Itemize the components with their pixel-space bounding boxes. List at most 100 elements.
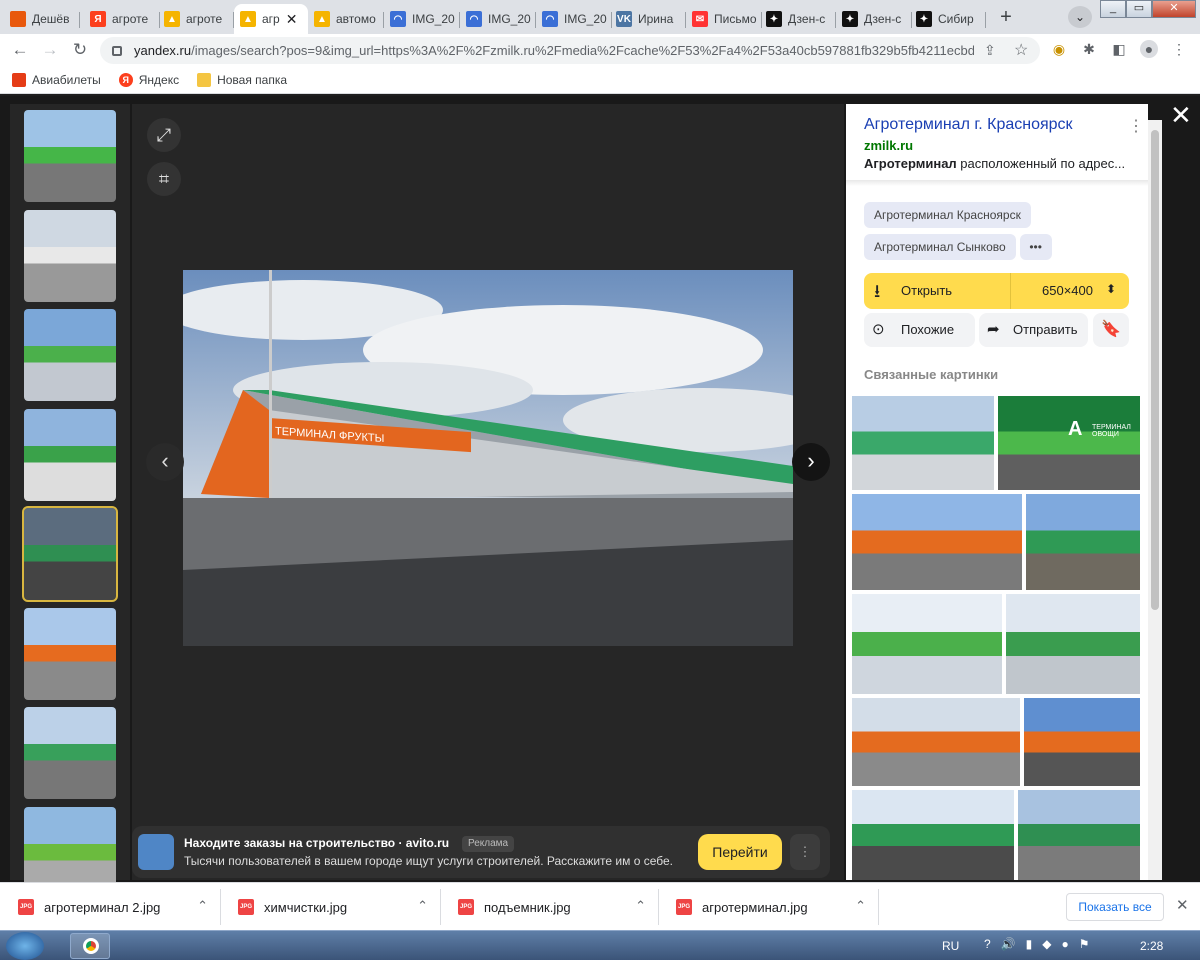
size-selector[interactable]: 650×400 [1042,283,1093,298]
thumbnail-image[interactable] [24,309,116,401]
previous-image-button[interactable]: ‹ [146,443,184,481]
browser-tab[interactable]: ✦ Дзен-с [836,4,912,34]
related-image[interactable] [1024,698,1140,786]
download-item[interactable]: JPG агротерминал.jpg ⌃ [658,883,878,931]
side-panel-icon[interactable]: ◧ [1110,40,1128,58]
thumbnail-image[interactable] [24,607,116,700]
bookmark-aviabilety[interactable]: Авиабилеты [12,72,101,87]
related-image[interactable] [1026,494,1140,590]
related-image[interactable] [852,698,1020,786]
tray-icons[interactable]: ?🔊▮◆●⚑ [984,937,1099,951]
browser-tab[interactable]: ✦ Сибир [910,4,986,34]
browser-tab[interactable]: VK Ирина [610,4,686,34]
size-chevron-icon[interactable]: ⬍ [1106,282,1116,296]
thumbnail-image[interactable] [24,110,116,202]
ad-banner[interactable]: Находите заказы на строительство · avito… [132,826,830,878]
extension-icon[interactable]: ◉ [1050,40,1068,58]
tag-chip[interactable]: Агротерминал Сынково [864,234,1016,260]
share-icon[interactable]: ⇪ [984,42,996,59]
related-image[interactable] [1006,594,1140,694]
reload-button[interactable]: ↻ [68,38,92,62]
scrollbar-thumb[interactable] [1151,130,1159,610]
jpg-file-icon: JPG [18,899,34,915]
menu-icon[interactable]: ⋮ [1170,40,1188,58]
main-photo[interactable]: ТЕРМИНАЛ ФРУКТЫ [183,270,793,646]
browser-tab[interactable]: ✉ Письмо [686,4,762,34]
related-image[interactable] [852,594,1002,694]
crop-icon[interactable]: ⌗ [147,162,181,196]
show-all-downloads-button[interactable]: Показать все [1066,893,1164,921]
chevron-up-icon[interactable]: ⌃ [197,898,208,914]
bookmark-new-folder[interactable]: Новая папка [197,72,287,87]
browser-tab[interactable]: ✦ Дзен-с [760,4,836,34]
address-bar[interactable]: yandex.ru/images/search?pos=9&img_url=ht… [100,37,1040,64]
close-downloads-icon[interactable]: ✕ [1176,896,1189,914]
bookmark-yandex[interactable]: Я Яндекс [118,72,179,87]
open-button[interactable]: Открыть [901,283,952,298]
language-indicator[interactable]: RU [942,939,959,953]
minimize-button[interactable]: _ [1100,0,1126,18]
similar-button[interactable]: ⊙ Похожие [864,313,975,347]
thumbnail-image[interactable] [24,408,116,501]
chevron-up-icon[interactable]: ⌃ [855,898,866,914]
ad-go-button[interactable]: Перейти [698,834,782,870]
close-tab-icon[interactable]: ✕ [286,11,298,28]
browser-tab[interactable]: ◠ IMG_20 [460,4,536,34]
source-link[interactable]: zmilk.ru [864,138,913,153]
tab-title: Дзен-с [864,12,902,26]
tab-title: Сибир [938,12,974,26]
browser-tab[interactable]: ◠ IMG_20 [536,4,612,34]
download-item[interactable]: JPG химчистки.jpg ⌃ [220,883,440,931]
browser-tab[interactable]: ◠ IMG_20 [384,4,460,34]
url-text: yandex.ru/images/search?pos=9&img_url=ht… [134,43,974,58]
bookmarks-bar: Авиабилеты Я Яндекс Новая папка [0,66,1200,94]
clock[interactable]: 2:28 [1140,939,1163,953]
browser-tab[interactable]: Яагроте [84,4,160,34]
chevron-up-icon[interactable]: ⌃ [635,898,646,914]
forward-button[interactable]: → [38,38,62,62]
tab-title: Дешёв [32,12,70,26]
chevron-up-icon[interactable]: ⌃ [417,898,428,914]
puzzle-icon[interactable]: ✱ [1080,40,1098,58]
thumbnail-image[interactable] [24,707,116,799]
image-title-link[interactable]: Агротерминал г. Красноярск [864,116,1073,134]
browser-tab[interactable]: ▲ автомо [308,4,384,34]
next-image-button[interactable]: › [792,443,830,481]
maximize-button[interactable]: ▭ [1126,0,1152,18]
ad-more-icon[interactable]: ⋮ [790,834,820,870]
download-item[interactable]: JPG агротерминал 2.jpg ⌃ [0,883,220,931]
browser-tab[interactable]: ▲ агроте [158,4,234,34]
ad-avatar [138,834,174,870]
more-tags-button[interactable]: ••• [1019,234,1052,260]
tag-chip[interactable]: Агротерминал Красноярск [864,202,1031,228]
related-image[interactable] [852,396,994,490]
browser-tab[interactable]: Дешёв [4,4,80,34]
send-button[interactable]: ➦ Отправить [979,313,1088,347]
close-viewer-icon[interactable]: ✕ [1170,100,1192,131]
gallery-favicon-icon: ▲ [240,11,256,27]
new-tab-button[interactable]: + [992,6,1020,30]
chrome-taskbar-button[interactable] [70,933,110,959]
fullscreen-icon[interactable]: ⤢ [147,118,181,152]
ad-badge: Реклама [462,836,515,852]
bookmark-icon[interactable]: 🔖 [1093,313,1129,347]
related-image[interactable] [852,494,1022,590]
tab-search-button[interactable]: ⌄ [1068,6,1092,28]
bookmark-star-icon[interactable]: ☆ [1014,40,1028,60]
thumbnail-image[interactable] [22,506,118,602]
profile-avatar[interactable]: ● [1140,40,1158,58]
gallery-favicon-icon: ▲ [164,11,180,27]
browser-tab[interactable]: ▲ агр ✕ [234,4,308,34]
thumbnail-image[interactable] [24,209,116,302]
back-button[interactable]: ← [8,38,32,62]
panel-scrollbar[interactable] [1148,120,1162,880]
related-image[interactable]: A ТЕРМИНАЛ ОВОЩИ [998,396,1140,490]
ad-text: Тысячи пользователей в вашем городе ищут… [184,854,674,868]
tab-title: IMG_20 [564,12,607,26]
close-window-button[interactable]: ✕ [1152,0,1196,18]
start-button[interactable] [6,932,44,960]
download-item[interactable]: JPG подъемник.jpg ⌃ [440,883,658,931]
panel-menu-icon[interactable]: ⋮ [1128,116,1144,136]
related-image[interactable] [1018,790,1140,880]
related-image[interactable] [852,790,1014,880]
